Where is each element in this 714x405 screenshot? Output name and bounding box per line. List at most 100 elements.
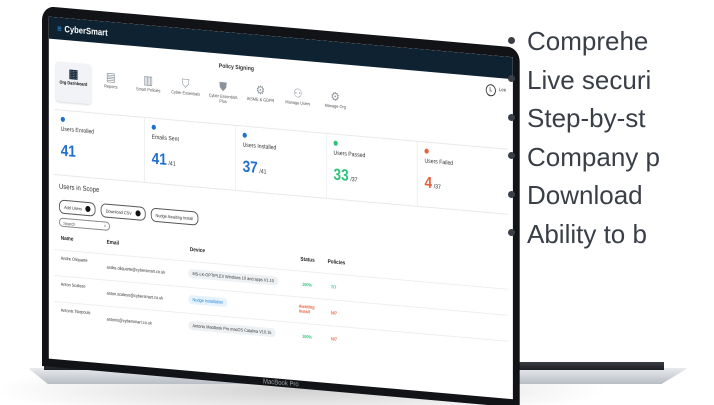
nav-item-org-dashboard[interactable]: ▦ Org Dashboard [55, 61, 92, 105]
feature-bullet: Company p [500, 140, 714, 179]
nav-item-reports[interactable]: ▤ Reports [93, 64, 129, 107]
status-dot [242, 132, 247, 138]
feature-bullet-list: Comprehe Live securi Step-by-st Company … [500, 24, 714, 255]
org-gear-icon: ⚙ [330, 89, 340, 105]
search-placeholder: Search [63, 220, 76, 227]
download-csv-button[interactable]: Download CSV [100, 203, 146, 222]
stat-total: /41 [168, 161, 176, 168]
stat-label: Emails Sent [151, 134, 179, 143]
bullet-text: Download [527, 180, 643, 210]
nav-label: Cyber Essentials Plus [208, 92, 238, 105]
column-header-status: Status [300, 256, 315, 264]
button-label: Add Users [64, 204, 82, 211]
device-pill[interactable]: MS-LK-OPTIPLEX Windows 10 and apps V1.10 [188, 268, 279, 286]
stat-value: 41 [61, 143, 78, 162]
bullet-text: Step-by-st [527, 103, 646, 133]
bullet-dot-icon [508, 75, 515, 83]
feature-bullet: Step-by-st [500, 101, 714, 140]
policies-count: N/7 [331, 310, 337, 316]
stat-label: Users Failed [424, 158, 454, 167]
status-dot [424, 148, 429, 154]
feature-bullet: Ability to b [500, 217, 714, 256]
laptop-bezel: ≡ CyberSmart Policy Signing L Lee ▦ Org Da… [42, 6, 520, 405]
stat-users-failed[interactable]: Users Failed 4/37 [418, 142, 508, 214]
bullet-dot-icon [508, 36, 515, 44]
column-header-policies: Policies [327, 258, 346, 267]
nav-label: IASME & GDPR [246, 95, 275, 104]
stat-number: 41 [60, 142, 76, 161]
stat-number: 41 [151, 150, 167, 169]
bullet-dot-icon [508, 190, 515, 198]
nudge-installation-button[interactable]: Nudge Installation [188, 294, 228, 308]
nudge-awaiting-install-button[interactable]: Nudge Awaiting Install [150, 207, 199, 226]
nav-label: Manage Org [324, 102, 346, 110]
status-badge: Awaiting Install [298, 303, 315, 315]
policies-count: N/7 [331, 336, 337, 342]
bullet-dot-icon [508, 229, 515, 237]
stat-label: Users Enrolled [60, 126, 95, 136]
marketing-stage: ≡ CyberSmart Policy Signing L Lee ▦ Org Da… [0, 0, 714, 405]
nav-item-cyber-essentials[interactable]: ⛉ Cyber Essentials [168, 71, 204, 114]
nav-label: Manage Users [285, 99, 311, 107]
feature-bullet: Live securi [500, 63, 714, 102]
stat-label: Users Passed [333, 150, 366, 160]
stat-value: 37/41 [243, 159, 267, 179]
stat-value: 4/37 [425, 174, 441, 193]
stat-label: Users Installed [242, 142, 277, 152]
bullet-text: Ability to b [527, 218, 647, 249]
bullet-text: Live securi [527, 64, 652, 95]
brand-logo[interactable]: ≡ CyberSmart [57, 23, 107, 37]
nav-item-cyber-essentials-plus[interactable]: ⛊ Cyber Essentials Plus [205, 74, 241, 117]
status-badge: 100% [302, 333, 312, 340]
bullet-dot-icon [508, 113, 515, 121]
toggle-dot-icon [85, 205, 91, 213]
page-title: Policy Signing [218, 63, 254, 73]
stat-number: 33 [333, 166, 349, 185]
status-dot [151, 124, 156, 130]
search-icon: ⌕ [103, 223, 107, 230]
add-users-button[interactable]: Add Users [59, 199, 96, 217]
cell-name: Andre Oliquarte [60, 255, 88, 263]
feature-bullet: Download [500, 178, 714, 217]
column-header-email: Email [106, 239, 120, 247]
brand-name: CyberSmart [64, 23, 108, 38]
nav-item-smart-policies[interactable]: ▥ Smart Policies [130, 68, 166, 111]
feature-bullet: Comprehe [500, 24, 714, 63]
nav-item-manage-org[interactable]: ⚙ Manage Org [317, 84, 353, 127]
stat-users-passed[interactable]: Users Passed 33/37 [326, 133, 418, 206]
toggle-dot-icon [135, 210, 141, 217]
stat-users-installed[interactable]: Users Installed 37/41 [235, 125, 327, 198]
stat-number: 37 [242, 158, 258, 177]
stat-users-enrolled[interactable]: Users Enrolled 41 [53, 110, 145, 182]
nav-item-iasme-gdpr[interactable]: ⚙ IASME & GDPR [243, 78, 279, 121]
bullet-dot-icon [508, 152, 515, 160]
stat-total: /37 [350, 176, 358, 184]
stat-total: /41 [259, 169, 267, 176]
status-dot [60, 116, 65, 123]
document-icon: ▤ [106, 69, 116, 85]
avatar[interactable]: L [485, 83, 496, 97]
brand-mark-icon: ≡ [57, 23, 62, 34]
laptop-lid: ≡ CyberSmart Policy Signing L Lee ▦ Org Da… [42, 6, 520, 405]
stat-number: 4 [424, 174, 433, 193]
button-label: Nudge Awaiting Install [155, 212, 194, 221]
cell-email: anton.scaleso@cybersmart.co.uk [106, 290, 164, 301]
bullet-text: Comprehe [527, 26, 649, 56]
nav-label: Smart Policies [136, 86, 161, 94]
device-pill[interactable]: Antonis MacBook Pro macOS Catalina V10.1… [188, 320, 276, 338]
stat-value: 33/37 [334, 167, 358, 187]
stat-emails-sent[interactable]: Emails Sent 41/41 [144, 117, 236, 190]
cell-email: andre.oliquarte@cybersmart.co.uk [106, 264, 166, 275]
stat-total: /37 [433, 184, 441, 191]
cell-name: Anton Scaleso [60, 281, 86, 289]
app-screen: ≡ CyberSmart Policy Signing L Lee ▦ Org Da… [48, 16, 513, 400]
button-label: Download CSV [105, 208, 132, 216]
nav-item-manage-users[interactable]: ⚇ Manage Users [280, 81, 316, 124]
bullet-text: Company p [527, 141, 660, 172]
search-input[interactable]: Search ⌕ [59, 217, 110, 231]
column-header-device: Device [189, 246, 205, 255]
status-dot [333, 140, 338, 146]
cell-name: Antonis Tsiopouls [60, 307, 91, 316]
nav-label: Reports [104, 83, 118, 90]
column-header-name: Name [60, 235, 74, 243]
